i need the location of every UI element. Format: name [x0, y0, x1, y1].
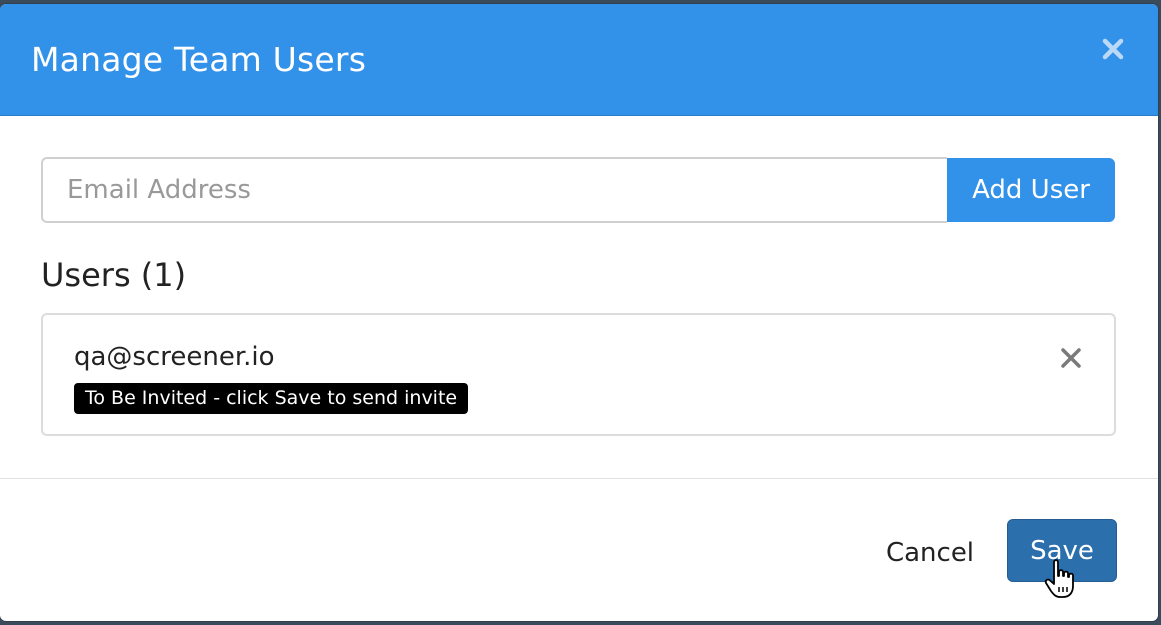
user-email: qa@screener.io	[74, 342, 275, 372]
users-list: qa@screener.io To Be Invited - click Sav…	[41, 313, 1116, 436]
manage-team-users-modal: Manage Team Users Add User Users (1) qa@…	[0, 4, 1158, 621]
status-badge: To Be Invited - click Save to send invit…	[74, 383, 469, 414]
add-user-button[interactable]: Add User	[947, 158, 1115, 222]
modal-title: Manage Team Users	[31, 40, 367, 79]
list-item: qa@screener.io To Be Invited - click Sav…	[43, 315, 1114, 434]
cancel-button[interactable]: Cancel	[870, 522, 990, 584]
modal-body: Add User Users (1) qa@screener.io To Be …	[0, 116, 1158, 478]
save-button[interactable]: Save	[1007, 519, 1117, 582]
users-heading: Users (1)	[41, 256, 187, 294]
modal-footer: Cancel Save	[0, 478, 1158, 621]
email-input[interactable]	[41, 157, 947, 223]
remove-user-close-icon[interactable]	[1058, 345, 1084, 371]
add-user-form: Add User	[41, 157, 1115, 223]
close-icon[interactable]	[1098, 34, 1128, 64]
modal-header: Manage Team Users	[0, 4, 1158, 116]
